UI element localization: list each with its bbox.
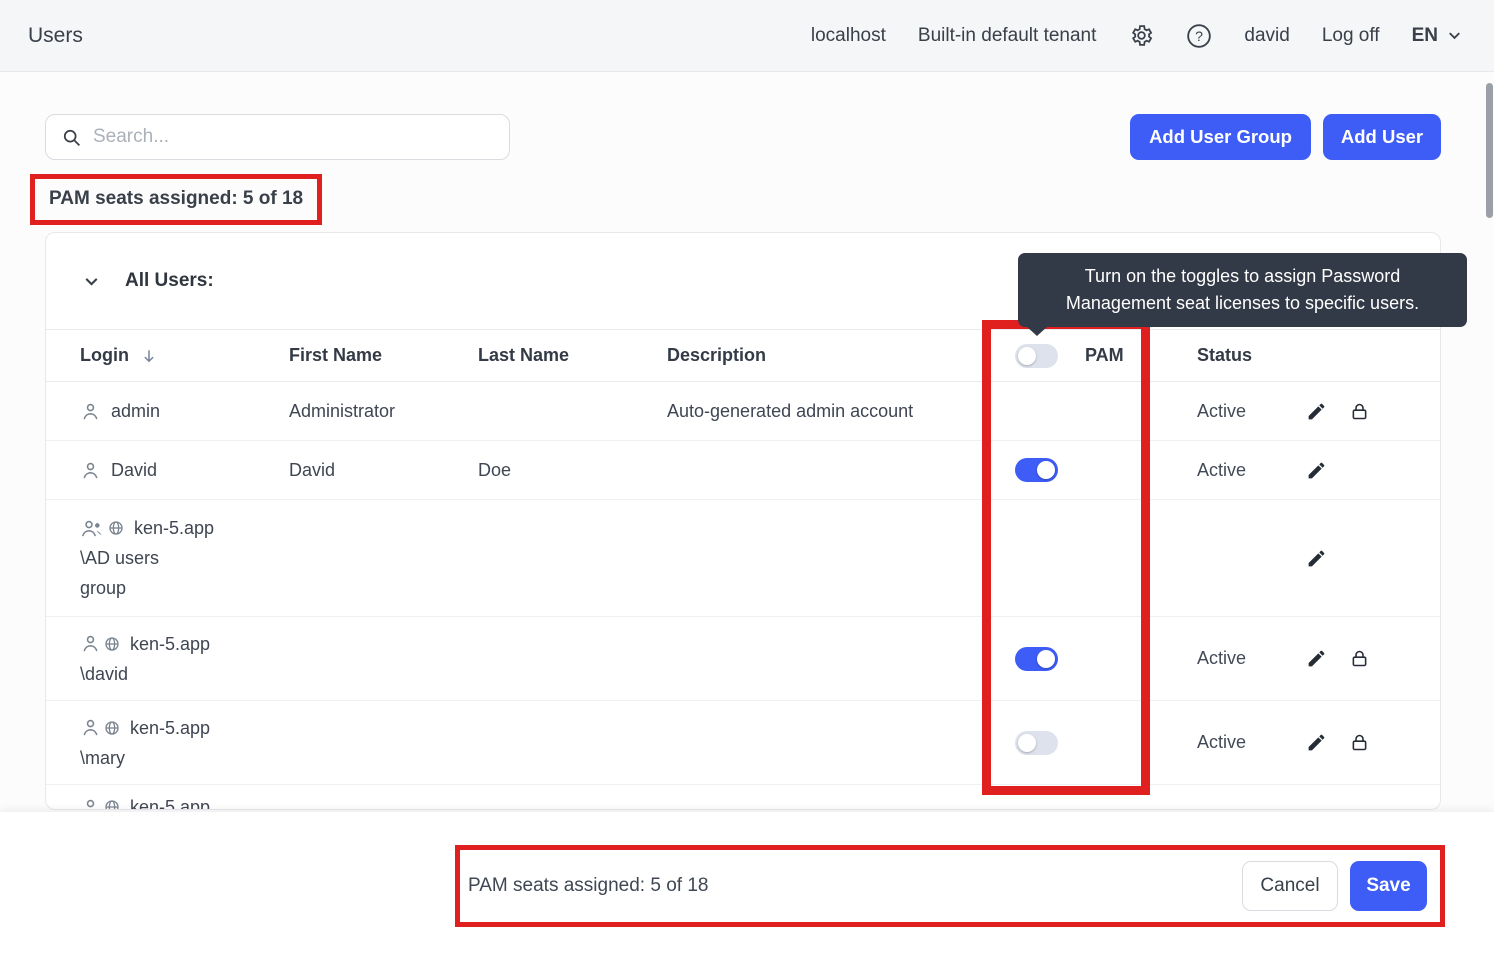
user-icon: [80, 797, 101, 811]
cancel-button[interactable]: Cancel: [1242, 861, 1338, 911]
pam-master-toggle[interactable]: [1015, 344, 1058, 368]
pam-toggle-cell: [1002, 731, 1197, 755]
log-off-link[interactable]: Log off: [1322, 25, 1380, 47]
table-row: David David Doe Active: [46, 441, 1440, 500]
column-header-description: Description: [667, 345, 1002, 366]
login-header-label: Login: [80, 345, 129, 366]
login-value-line: ken-5.app: [134, 513, 214, 543]
table-row-partial: ken-5.app: [46, 785, 1440, 810]
pam-tooltip: Turn on the toggles to assign Password M…: [1018, 253, 1467, 327]
column-header-first-name: First Name: [289, 345, 478, 366]
language-selector[interactable]: EN: [1412, 25, 1464, 47]
pam-seats-banner: PAM seats assigned: 5 of 18: [30, 174, 322, 225]
top-bar: Users localhost Built-in default tenant …: [0, 0, 1494, 72]
section-title: All Users:: [125, 270, 214, 292]
tooltip-line: Management seat licenses to specific use…: [1066, 290, 1419, 317]
lock-icon[interactable]: [1349, 648, 1370, 669]
footer-pam-seats: PAM seats assigned: 5 of 18: [468, 875, 708, 897]
table-row: admin Administrator Auto-generated admin…: [46, 382, 1440, 441]
footer-bar: PAM seats assigned: 5 of 18 Cancel Save: [0, 812, 1494, 954]
login-value: admin: [111, 396, 160, 426]
top-bar-right: localhost Built-in default tenant ? davi…: [811, 23, 1464, 49]
table-header-row: Login First Name Last Name Description P…: [46, 330, 1440, 382]
login-value: David: [111, 455, 157, 485]
pam-toggle[interactable]: [1015, 458, 1058, 482]
host-label: localhost: [811, 25, 886, 47]
login-value-line: \AD users: [80, 548, 159, 568]
column-header-login[interactable]: Login: [80, 345, 289, 366]
table-row: ken-5.app \AD users group: [46, 500, 1440, 617]
lock-icon[interactable]: [1349, 401, 1370, 422]
user-icon: [80, 633, 101, 654]
status-value: Active: [1197, 648, 1306, 669]
edit-pencil-icon[interactable]: [1306, 548, 1327, 569]
add-user-button[interactable]: Add User: [1323, 114, 1441, 160]
column-header-last-name: Last Name: [478, 345, 667, 366]
page-title: Users: [28, 24, 83, 48]
tooltip-line: Turn on the toggles to assign Password: [1085, 263, 1401, 290]
login-value-line: group: [80, 578, 126, 598]
edit-pencil-icon[interactable]: [1306, 401, 1327, 422]
svg-text:?: ?: [1195, 27, 1203, 43]
table-row: ken-5.app \david Active: [46, 617, 1440, 701]
status-value: Active: [1197, 401, 1306, 422]
user-icon: [80, 401, 101, 422]
domain-globe-icon: [104, 799, 120, 810]
save-button[interactable]: Save: [1350, 861, 1427, 911]
scrollbar-thumb[interactable]: [1486, 83, 1493, 218]
pam-header-label: PAM: [1085, 345, 1124, 366]
footer-highlight: PAM seats assigned: 5 of 18 Cancel Save: [455, 845, 1445, 927]
help-icon[interactable]: ?: [1186, 23, 1212, 49]
login-value-line: ken-5.app: [130, 629, 210, 659]
domain-globe-icon: [104, 720, 120, 736]
pam-toggle[interactable]: [1015, 647, 1058, 671]
language-label: EN: [1412, 25, 1438, 47]
pam-toggle-cell: [1002, 458, 1197, 482]
user-icon: [80, 460, 101, 481]
settings-gear-icon[interactable]: [1128, 23, 1154, 49]
current-user-label[interactable]: david: [1244, 25, 1289, 47]
edit-pencil-icon[interactable]: [1306, 460, 1327, 481]
chevron-down-icon: [1445, 26, 1464, 45]
edit-pencil-icon[interactable]: [1306, 648, 1327, 669]
search-box[interactable]: [45, 114, 510, 160]
column-header-status: Status: [1197, 345, 1440, 366]
collapse-chevron-icon[interactable]: [81, 271, 102, 292]
first-name-value: Administrator: [289, 401, 478, 422]
description-value: Auto-generated admin account: [667, 401, 1002, 422]
search-input[interactable]: [93, 126, 509, 148]
user-icon: [80, 717, 101, 738]
login-value-line: ken-5.app: [130, 713, 210, 743]
column-header-pam: PAM: [1002, 344, 1197, 368]
last-name-value: Doe: [478, 460, 667, 481]
sort-descending-icon: [140, 347, 158, 365]
edit-pencil-icon[interactable]: [1306, 732, 1327, 753]
pam-toggle-cell: [1002, 647, 1197, 671]
login-value-line: \david: [80, 664, 128, 684]
table-row: ken-5.app \mary Active: [46, 701, 1440, 785]
status-value: Active: [1197, 732, 1306, 753]
domain-globe-icon: [104, 636, 120, 652]
user-group-icon: [80, 518, 105, 539]
domain-globe-icon: [108, 520, 124, 536]
tenant-label: Built-in default tenant: [918, 25, 1097, 47]
search-icon: [61, 127, 82, 148]
lock-icon[interactable]: [1349, 732, 1370, 753]
first-name-value: David: [289, 460, 478, 481]
pam-toggle[interactable]: [1015, 731, 1058, 755]
login-value: ken-5.app: [130, 792, 210, 810]
login-value-line: \mary: [80, 748, 125, 768]
status-value: Active: [1197, 460, 1306, 481]
add-user-group-button[interactable]: Add User Group: [1130, 114, 1311, 160]
